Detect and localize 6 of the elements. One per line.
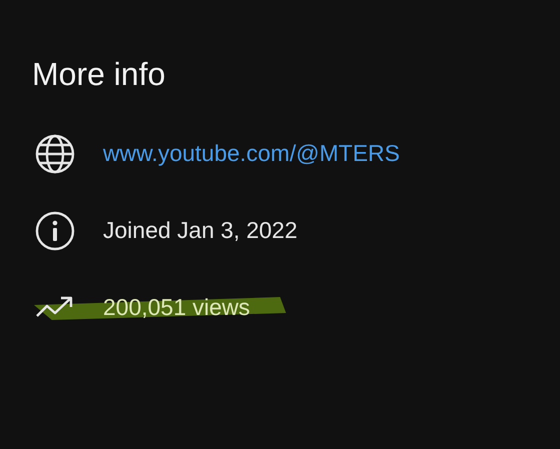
section-title: More info xyxy=(32,56,166,93)
globe-icon xyxy=(35,134,75,174)
channel-link[interactable]: www.youtube.com/@MTERS xyxy=(103,140,400,167)
joined-date: Joined Jan 3, 2022 xyxy=(103,217,298,244)
view-count: 200,051 views xyxy=(103,294,250,321)
info-icon xyxy=(35,210,75,250)
